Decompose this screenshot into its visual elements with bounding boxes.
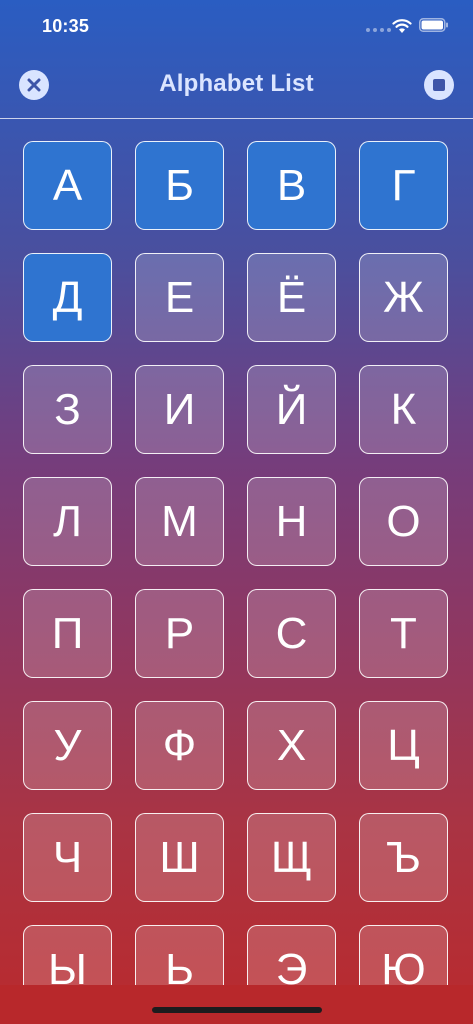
status-time: 10:35 xyxy=(42,16,90,36)
letter-tile[interactable]: Д xyxy=(23,253,112,342)
letter-tile[interactable]: Ч xyxy=(23,813,112,902)
letter-tile[interactable]: Т xyxy=(359,589,448,678)
letter-tile[interactable]: Х xyxy=(247,701,336,790)
wifi-icon xyxy=(392,19,412,33)
letter-tile[interactable]: И xyxy=(135,365,224,454)
letter-tile[interactable]: З xyxy=(23,365,112,454)
letter-tile[interactable]: С xyxy=(247,589,336,678)
letter-tile[interactable]: Н xyxy=(247,477,336,566)
signal-icon xyxy=(366,28,391,32)
status-bar: 10:35 xyxy=(0,0,473,50)
letter-tile[interactable]: Ф xyxy=(135,701,224,790)
letter-tile[interactable]: Р xyxy=(135,589,224,678)
letter-tile[interactable]: М xyxy=(135,477,224,566)
page-title: Alphabet List xyxy=(159,70,314,97)
letter-tile[interactable]: П xyxy=(23,589,112,678)
letter-tile[interactable]: Ё xyxy=(247,253,336,342)
bottom-bar xyxy=(0,985,473,1024)
letter-tile[interactable]: Ц xyxy=(359,701,448,790)
letter-tile[interactable]: Ж xyxy=(359,253,448,342)
letter-tile[interactable]: Б xyxy=(135,141,224,230)
letter-tile[interactable]: А xyxy=(23,141,112,230)
letter-tile[interactable]: У xyxy=(23,701,112,790)
letter-tile[interactable]: В xyxy=(247,141,336,230)
letter-tile[interactable]: К xyxy=(359,365,448,454)
stop-button[interactable] xyxy=(424,70,454,100)
stop-icon xyxy=(433,79,445,91)
nav-bar: Alphabet List xyxy=(0,58,473,119)
home-indicator[interactable] xyxy=(152,1007,322,1013)
alphabet-grid: АБВГДЕЁЖЗИЙКЛМНОПРСТУФХЦЧШЩЪЫЬЭЮ xyxy=(23,141,453,1014)
letter-tile[interactable]: Е xyxy=(135,253,224,342)
letter-tile[interactable]: Л xyxy=(23,477,112,566)
letter-tile[interactable]: О xyxy=(359,477,448,566)
letter-tile[interactable]: Й xyxy=(247,365,336,454)
letter-tile[interactable]: Г xyxy=(359,141,448,230)
battery-icon xyxy=(419,18,448,32)
letter-tile[interactable]: Ъ xyxy=(359,813,448,902)
letter-tile[interactable]: Ш xyxy=(135,813,224,902)
letter-tile[interactable]: Щ xyxy=(247,813,336,902)
